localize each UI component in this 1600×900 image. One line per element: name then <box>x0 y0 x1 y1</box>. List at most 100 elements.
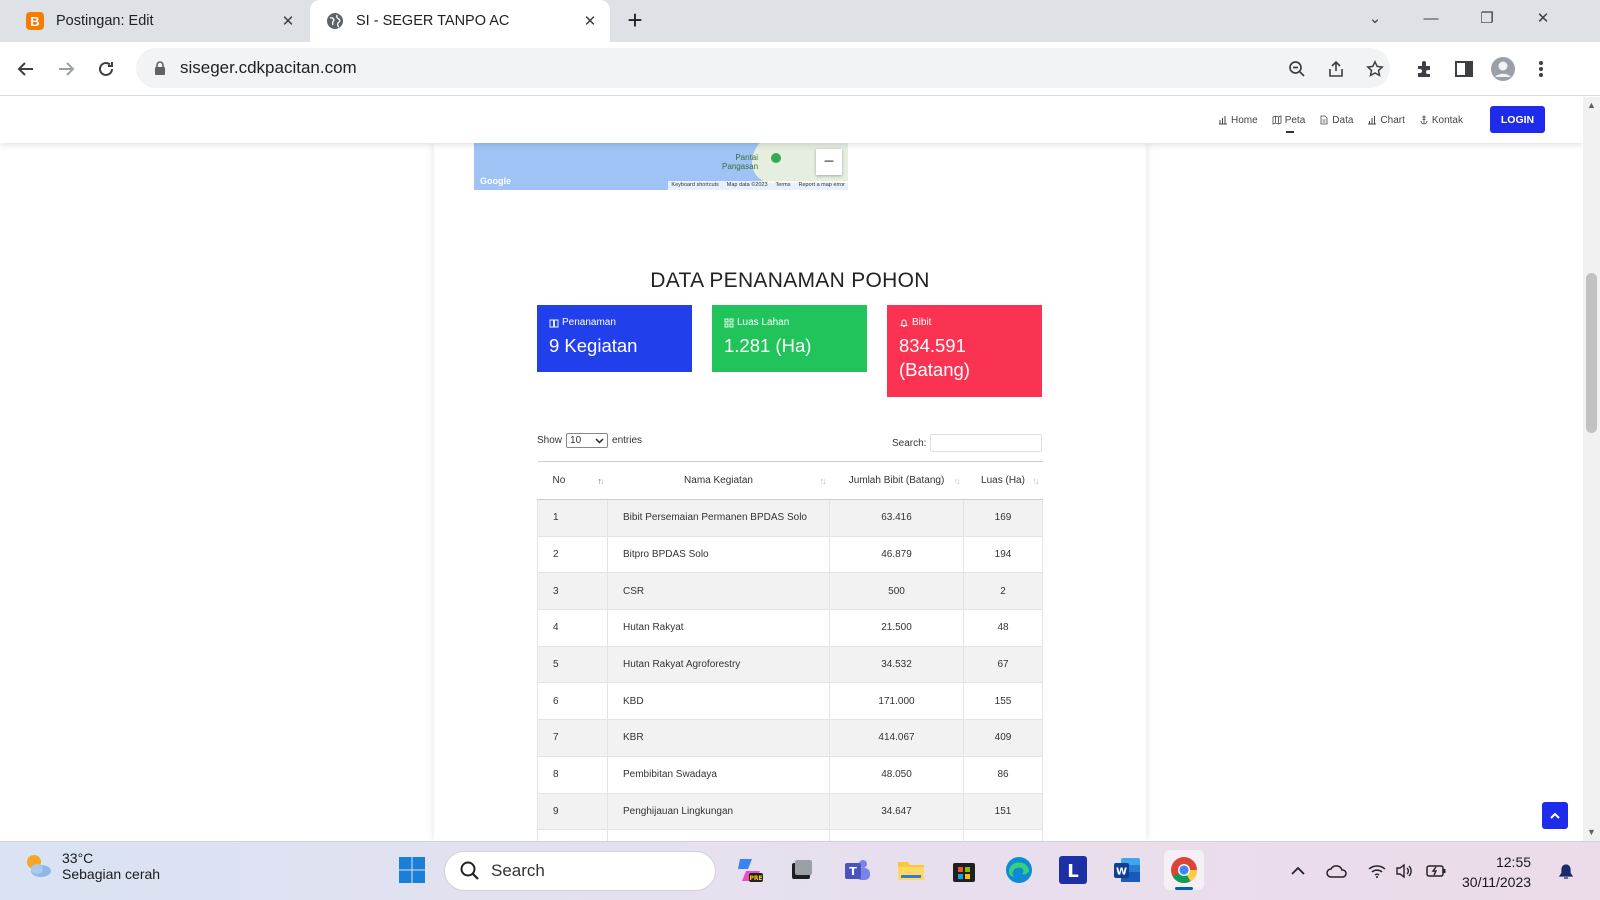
blogger-icon: B <box>26 12 44 30</box>
map-embed[interactable]: Pantai Pangasan − Google Keyboard shortc… <box>474 143 848 190</box>
bookmark-star-icon[interactable] <box>1364 58 1386 80</box>
start-button[interactable] <box>396 854 428 886</box>
cell-no: 1 <box>537 499 608 537</box>
lock-icon <box>155 61 165 75</box>
close-tab-icon[interactable]: ✕ <box>576 12 604 30</box>
header-text: No <box>552 475 566 486</box>
tab-strip: B Postingan: Edit ✕ SI - SEGER TANPO AC … <box>0 0 1600 42</box>
scroll-up-arrow-icon[interactable]: ▲ <box>1587 101 1596 110</box>
sort-icon: ↑↓ <box>819 476 827 486</box>
back-to-top-button[interactable] <box>1542 802 1568 829</box>
page-length-select[interactable]: 10 <box>566 433 609 448</box>
nav-home[interactable]: Home <box>1218 115 1258 126</box>
notification-bell-icon[interactable] <box>1555 860 1577 882</box>
taskbar-search[interactable]: Search <box>444 851 716 891</box>
nav-menu: Home Peta Data Chart Kontak <box>1218 97 1463 143</box>
address-bar[interactable]: siseger.cdkpacitan.com <box>136 48 1390 88</box>
store-icon <box>953 863 975 882</box>
chart-icon <box>1219 116 1228 125</box>
back-button[interactable] <box>10 53 42 85</box>
stat-label: Bibit <box>899 317 1030 328</box>
taskbar-edge[interactable] <box>1003 854 1035 886</box>
word-icon: W <box>1114 858 1140 882</box>
taskbar-copilot[interactable]: PRE <box>733 854 765 886</box>
taskbar-chrome[interactable] <box>1164 850 1204 890</box>
cell-jumlah-bibit: 34.532 <box>829 646 964 684</box>
tab-si-seger[interactable]: SI - SEGER TANPO AC ✕ <box>310 0 610 42</box>
wifi-icon[interactable] <box>1366 860 1388 882</box>
cell-jumlah-bibit: 500 <box>829 572 964 611</box>
cell-jumlah-bibit: 46.879 <box>829 536 964 574</box>
column-header-nama-kegiatan[interactable]: Nama Kegiatan ↑↓ <box>607 461 830 500</box>
minimize-button[interactable]: — <box>1408 0 1454 36</box>
tab-search-icon[interactable]: ⌄ <box>1352 0 1398 36</box>
section-title: DATA PENANAMAN POHON <box>650 269 930 292</box>
cell-no: 5 <box>537 646 608 684</box>
page-scrollbar[interactable]: ▲ ▼ <box>1583 97 1600 841</box>
taskbar-app-l[interactable]: L <box>1057 854 1089 886</box>
cell-nama-kegiatan: KBD <box>607 682 830 721</box>
login-button[interactable]: LOGIN <box>1490 106 1545 133</box>
clock-date: 30/11/2023 <box>1462 874 1532 890</box>
new-tab-button[interactable]: + <box>620 6 650 36</box>
cell-luas: 194 <box>963 536 1043 574</box>
taskbar: 33°C Sebagian cerah Search PRE T L W 12:… <box>0 841 1600 900</box>
tab-postingan-edit[interactable]: B Postingan: Edit ✕ <box>8 0 308 42</box>
more-menu-icon[interactable] <box>1528 56 1554 82</box>
close-tab-icon[interactable]: ✕ <box>274 12 302 30</box>
table-row: 6 KBD 171.000 155 <box>537 682 1043 721</box>
bell-icon <box>900 319 908 327</box>
column-header-no[interactable]: No ↑↓ <box>537 461 608 500</box>
cell-no: 2 <box>537 536 608 574</box>
map-zoom-out-button[interactable]: − <box>816 149 842 175</box>
stat-card-bibit: Bibit 834.591 (Batang) <box>887 305 1042 397</box>
battery-charging-icon[interactable] <box>1425 860 1447 882</box>
table-search-input[interactable] <box>930 434 1043 452</box>
close-window-button[interactable]: ✕ <box>1520 0 1566 36</box>
running-indicator <box>1175 887 1193 890</box>
table-header-row: No ↑↓ Nama Kegiatan ↑↓ Jumlah Bibit (Batan… <box>537 461 1043 500</box>
map-pin-icon[interactable] <box>771 153 781 163</box>
side-panel-icon[interactable] <box>1451 56 1477 82</box>
table-row: 2 Bitpro BPDAS Solo 46.879 194 <box>537 536 1043 574</box>
nav-label: Kontak <box>1431 114 1463 126</box>
extensions-puzzle-icon[interactable] <box>1412 56 1438 82</box>
taskbar-teams[interactable]: T <box>841 854 873 886</box>
taskbar-store[interactable] <box>948 854 980 886</box>
nav-label: Data <box>1332 114 1354 126</box>
map-attribution-link[interactable]: Keyboard shortcuts <box>671 181 718 190</box>
stat-card-penanaman: Penanaman 9 Kegiatan <box>537 305 692 372</box>
zoom-icon[interactable] <box>1286 58 1308 80</box>
restore-button[interactable]: ❐ <box>1464 0 1510 36</box>
planting-data-table: No ↑↓ Nama Kegiatan ↑↓ Jumlah Bibit (Batan… <box>537 461 1043 841</box>
cell-luas: 48 <box>963 609 1043 647</box>
share-icon[interactable] <box>1325 58 1347 80</box>
taskbar-word[interactable]: W <box>1111 854 1143 886</box>
volume-icon[interactable] <box>1393 860 1415 882</box>
page-length-value: 10 <box>570 435 582 446</box>
scroll-down-arrow-icon[interactable]: ▼ <box>1587 828 1596 837</box>
book-icon <box>549 319 559 327</box>
taskbar-file-explorer[interactable] <box>895 854 927 886</box>
column-header-luas[interactable]: Luas (Ha) ↑↓ <box>963 461 1043 500</box>
column-header-jumlah-bibit[interactable]: Jumlah Bibit (Batang) ↑↓ <box>829 461 964 500</box>
nav-peta[interactable]: Peta <box>1272 115 1305 133</box>
nav-data[interactable]: Data <box>1319 115 1353 126</box>
map-attribution-link[interactable]: Terms <box>776 181 791 190</box>
scrollbar-thumb[interactable] <box>1586 273 1597 433</box>
taskbar-task-view[interactable] <box>786 854 818 886</box>
weather-widget[interactable]: 33°C Sebagian cerah <box>22 850 160 882</box>
cell-no: 9 <box>537 793 608 831</box>
chevron-up-icon <box>1550 812 1560 819</box>
taskbar-clock[interactable]: 12:55 30/11/2023 <box>1462 852 1531 892</box>
table-row: 1 Bibit Persemaian Permanen BPDAS Solo 63.… <box>537 499 1043 537</box>
reload-button[interactable] <box>90 53 122 85</box>
profile-avatar-icon[interactable] <box>1490 56 1516 82</box>
forward-button[interactable] <box>50 53 82 85</box>
map-attribution-link[interactable]: Report a map error <box>799 181 845 190</box>
tray-overflow-chevron-icon[interactable] <box>1287 860 1309 882</box>
onedrive-cloud-icon[interactable] <box>1326 860 1348 882</box>
nav-kontak[interactable]: Kontak <box>1419 115 1463 126</box>
tab-title: Postingan: Edit <box>56 13 154 29</box>
nav-chart[interactable]: Chart <box>1367 115 1405 126</box>
